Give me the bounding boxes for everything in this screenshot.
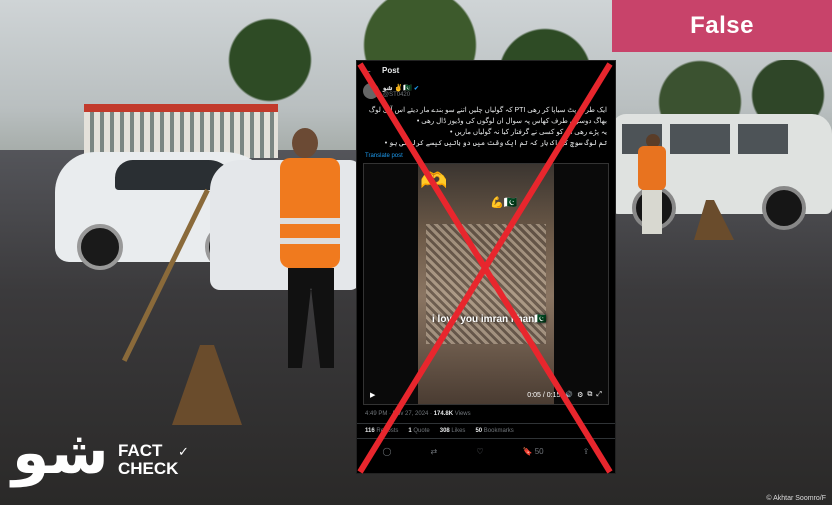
post-stats: 116 Reposts 1 Quote 308 Likes 50 Bookmar… <box>357 423 615 439</box>
tweet-text: ایک طرف پٹ سیاپا کر رهی PTI کہ گولیاں چل… <box>357 103 615 151</box>
post-meta: 4:49 PM · Nov 27, 2024 · 174.8K Views <box>357 405 615 423</box>
verdict-label: False <box>690 12 754 39</box>
user-handle: @ST0420 <box>383 92 411 98</box>
back-arrow-icon[interactable]: ← <box>363 65 372 75</box>
video-controls: ▶ 0:05 / 0:15 🔊 ⚙ ⧉ ⤢ <box>364 386 608 404</box>
video-frame: 🫶 💪🇵🇰 <box>418 164 554 404</box>
tweet-user[interactable]: شو ✌🇵🇰 ✔ @ST0420 <box>357 79 615 103</box>
pip-icon[interactable]: ⧉ <box>587 391 592 399</box>
video-caption: i love you imran khan🇵🇰 <box>432 314 547 325</box>
check-circle-icon: ✓ <box>178 444 189 459</box>
strong-arm-icon: 💪🇵🇰 <box>490 197 518 209</box>
tweet-header-title: Post <box>382 65 400 75</box>
likes-stat[interactable]: 308 Likes <box>440 428 466 434</box>
tweet-text-line: تم لوگ سوچ کے اک بار کہ تم ایک وقت میں د… <box>384 140 607 147</box>
logo-mark: شو <box>12 418 109 488</box>
fullscreen-icon[interactable]: ⤢ <box>596 391 602 399</box>
tweet-text-line: ایک طرف پٹ سیاپا کر رهی PTI کہ گولیاں چل… <box>368 107 607 114</box>
tweet-screenshot: ← Post شو ✌🇵🇰 ✔ @ST0420 ایک طرف پٹ سیاپا… <box>356 60 616 474</box>
reply-icon[interactable]: ◯ <box>383 447 392 456</box>
building <box>84 104 278 158</box>
video-time: 0:05 / 0:15 <box>527 391 561 399</box>
volume-icon[interactable]: 🔊 <box>564 391 573 399</box>
sanitation-worker-2 <box>638 134 668 234</box>
factcheck-logo: شو FACT CHECK ✓ <box>12 418 192 490</box>
bookmark-button[interactable]: 🔖 50 <box>523 447 544 456</box>
repost-icon[interactable]: ⇄ <box>431 447 438 456</box>
settings-icon[interactable]: ⚙ <box>577 391 583 399</box>
play-icon[interactable]: ▶ <box>370 391 375 399</box>
logo-text: FACT CHECK <box>118 441 179 478</box>
verified-icon: ✔ <box>413 86 419 92</box>
translate-post-link[interactable]: Translate post <box>357 151 615 163</box>
video-player[interactable]: 🫶 💪🇵🇰 i love you imran khan🇵🇰 ▶ 0:05 / 0… <box>363 163 609 405</box>
bookmarks-stat[interactable]: 50 Bookmarks <box>475 428 513 434</box>
heart-hands-icon: 🫶 <box>420 168 448 193</box>
posted-time: 4:49 PM · Nov 27, 2024 · <box>365 411 434 417</box>
tweet-header: ← Post <box>357 61 615 79</box>
quote-stat[interactable]: 1 Quote <box>408 428 429 434</box>
tweet-text-line: یہ پڑے رهی ان کو کسی نے گرفتار کیا نہ گو… <box>450 129 607 136</box>
share-icon[interactable]: ⇪ <box>583 447 590 456</box>
avatar[interactable] <box>363 83 379 99</box>
sanitation-worker <box>270 128 360 378</box>
reposts-stat[interactable]: 116 Reposts <box>365 428 398 434</box>
tweet-text-line: بھاگ دوسری طرف کھاس پہ سوال ان لوگوں کی … <box>416 118 607 125</box>
like-icon[interactable]: ♡ <box>476 447 483 456</box>
display-name[interactable]: شو ✌🇵🇰 ✔ <box>383 84 419 92</box>
views-count: 174.8K <box>433 411 454 417</box>
bookmark-count: 50 <box>534 447 544 456</box>
action-bar: ◯ ⇄ ♡ 🔖 50 ⇪ <box>357 439 615 464</box>
views-label: Views <box>453 411 471 417</box>
photo-credit: © Akhtar Soomro/F <box>766 495 826 502</box>
verdict-badge: False <box>612 0 832 52</box>
